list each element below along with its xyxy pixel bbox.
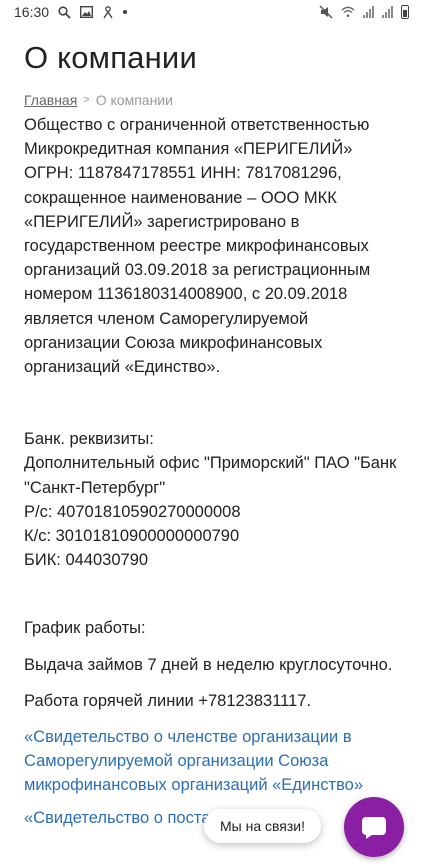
- company-intro: Общество с ограниченной ответственностью…: [24, 116, 371, 377]
- gallery-icon: [79, 5, 93, 19]
- breadcrumb-home-link[interactable]: Главная: [24, 92, 77, 108]
- chat-button[interactable]: [344, 797, 404, 857]
- battery-icon: [401, 5, 409, 19]
- membership-certificate-link[interactable]: «Свидетельство о членстве организации в …: [24, 725, 404, 798]
- dot-icon: [123, 10, 128, 14]
- page-title: О компании: [24, 40, 197, 75]
- signal-icon: [363, 6, 374, 18]
- breadcrumb-separator: >: [83, 94, 90, 106]
- mute-icon: [319, 5, 333, 19]
- wifi-icon: [341, 5, 355, 19]
- bank-ks: К/с: 30101810900000000790: [24, 527, 240, 546]
- schedule-loans: Выдача займов 7 дней в неделю круглосуто…: [24, 655, 393, 674]
- bank-office: Дополнительный офис "Приморский" ПАО "Ба…: [24, 454, 397, 497]
- bank-bik: БИК: 044030790: [24, 551, 149, 570]
- chat-icon: [362, 817, 386, 839]
- about-content: Общество с ограниченной ответственностью…: [24, 113, 404, 830]
- schedule-title: График работы:: [24, 619, 146, 638]
- breadcrumb: Главная > О компании: [24, 92, 173, 108]
- hotline: Работа горячей линии +78123831117.: [24, 691, 312, 710]
- status-bar-right: [319, 5, 409, 19]
- signal-icon: [382, 6, 393, 18]
- search-icon: [57, 5, 71, 19]
- bank-rs: Р/с: 40701810590270000008: [24, 502, 241, 521]
- status-bar: 16:30: [0, 0, 421, 24]
- bank-title: Банк. реквизиты:: [24, 430, 154, 449]
- clock: 16:30: [14, 4, 50, 20]
- app-icon: [101, 5, 115, 19]
- chat-bubble[interactable]: Мы на связи!: [204, 809, 322, 843]
- breadcrumb-current: О компании: [95, 92, 173, 108]
- status-bar-left: 16:30: [14, 4, 128, 20]
